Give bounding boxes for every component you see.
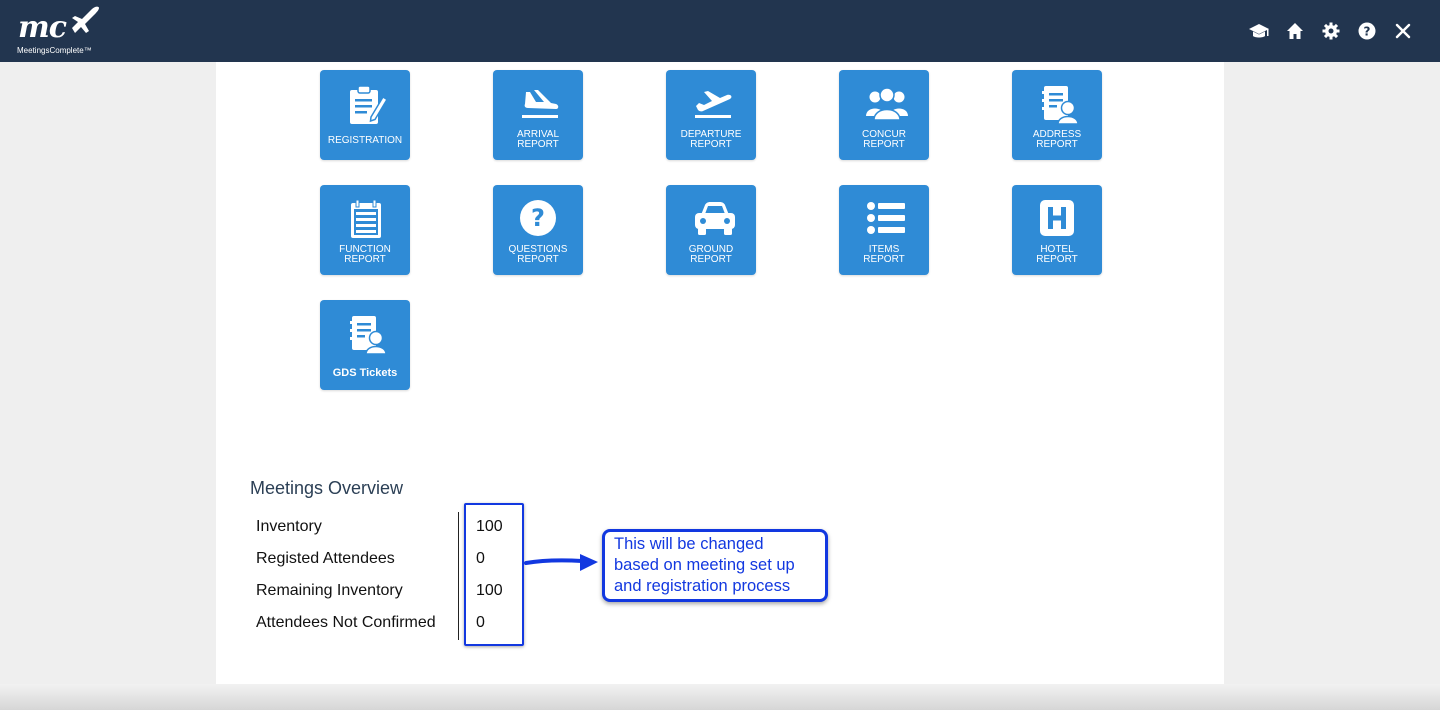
registration-tile[interactable]: REGISTRATION: [320, 70, 410, 160]
svg-text:?: ?: [531, 204, 545, 232]
car-icon: [695, 202, 735, 235]
plane-landing-icon: [522, 90, 559, 118]
tile-label: FUNCTION REPORT: [339, 244, 391, 265]
meetingscomplete-logo[interactable]: mc MeetingsComplete™: [14, 4, 114, 58]
window-bottom-edge: [0, 684, 1440, 710]
overview-row-label: Registed Attendees: [256, 550, 395, 567]
annotation-callout: This will be changed based on meeting se…: [602, 529, 828, 602]
tile-label: ARRIVAL REPORT: [516, 129, 560, 150]
overview-row-label: Remaining Inventory: [256, 582, 403, 599]
gds-tickets-tile[interactable]: GDS Tickets: [320, 300, 410, 390]
hotel-report-tile[interactable]: HOTEL REPORT: [1012, 185, 1102, 275]
ground-report-tile[interactable]: GROUND REPORT: [666, 185, 756, 275]
tile-label: REGISTRATION: [327, 135, 403, 146]
help-icon[interactable]: ?: [1356, 20, 1378, 42]
group-icon: [866, 87, 908, 121]
list-icon: [867, 202, 905, 234]
highlight-box: [464, 503, 524, 646]
home-icon[interactable]: [1284, 20, 1306, 42]
overview-title: Meetings Overview: [250, 478, 404, 498]
annotation-line: This will be changed: [614, 535, 764, 553]
close-icon[interactable]: [1392, 20, 1414, 42]
overview-row-label: Attendees Not Confirmed: [256, 614, 436, 631]
tile-label: GDS Tickets: [332, 367, 398, 379]
logo-mark: mc: [18, 10, 67, 45]
tile-label: ITEMS REPORT: [863, 244, 905, 265]
annotation-line: and registration process: [614, 577, 791, 595]
overview-divider: [458, 512, 459, 640]
arrival-report-tile[interactable]: ARRIVAL REPORT: [493, 70, 583, 160]
arrow-icon: [524, 554, 598, 571]
plane-takeoff-icon: [695, 91, 732, 118]
gear-icon[interactable]: [1320, 20, 1342, 42]
clipboard-icon: [350, 85, 387, 124]
svg-text:?: ?: [1364, 25, 1371, 39]
tile-label: GROUND REPORT: [688, 244, 734, 265]
logo-text: MeetingsComplete™: [17, 46, 92, 55]
tile-label: HOTEL REPORT: [1036, 244, 1078, 265]
questions-report-tile[interactable]: ? QUESTIONS REPORT: [493, 185, 583, 275]
address-book-icon: [1042, 86, 1079, 125]
tile-label: CONCUR REPORT: [862, 129, 906, 150]
ticket-person-icon: [350, 316, 387, 355]
top-bar: mc MeetingsComplete™ ?: [0, 0, 1440, 62]
plane-icon: [72, 6, 99, 33]
overview-row-label: Inventory: [256, 518, 322, 535]
items-report-tile[interactable]: ITEMS REPORT: [839, 185, 929, 275]
calendar-list-icon: [351, 199, 381, 238]
header-actions: ?: [1248, 20, 1414, 42]
tile-label: QUESTIONS REPORT: [508, 244, 568, 265]
tile-label: ADDRESS REPORT: [1032, 129, 1082, 150]
main-content: REGISTRATION ARRIVAL REPORT DEPARTURE REPO…: [216, 62, 1224, 684]
address-report-tile[interactable]: ADDRESS REPORT: [1012, 70, 1102, 160]
graduation-cap-icon[interactable]: [1248, 20, 1270, 42]
hotel-icon: [1040, 200, 1074, 236]
annotation-line: based on meeting set up: [614, 556, 795, 574]
question-icon: ?: [520, 200, 556, 236]
concur-report-tile[interactable]: CONCUR REPORT: [839, 70, 929, 160]
departure-report-tile[interactable]: DEPARTURE REPORT: [666, 70, 756, 160]
tile-label: DEPARTURE REPORT: [680, 129, 742, 150]
function-report-tile[interactable]: FUNCTION REPORT: [320, 185, 410, 275]
